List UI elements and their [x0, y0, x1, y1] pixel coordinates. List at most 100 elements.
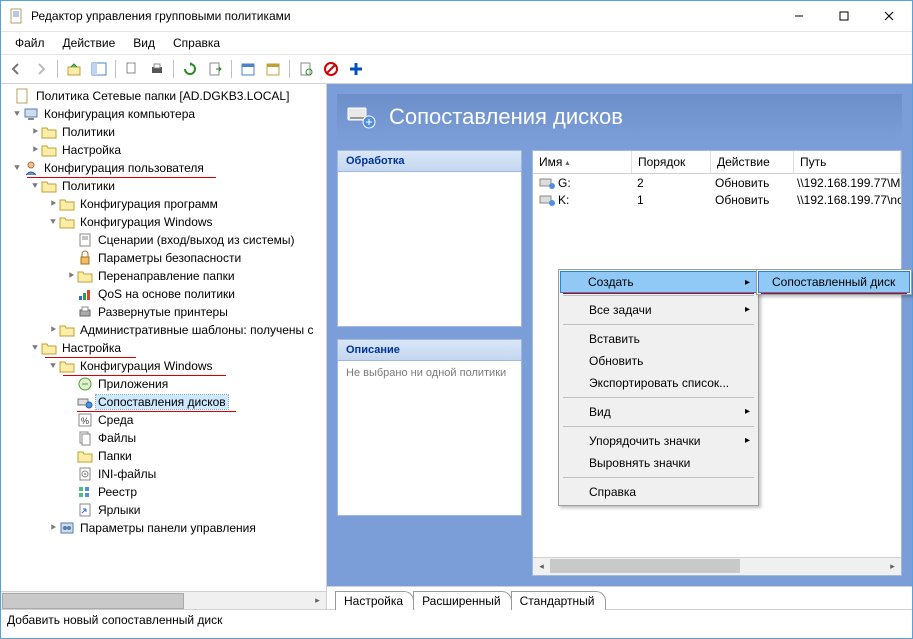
tree-item[interactable]: Сценарии (вход/выход из системы) — [96, 233, 297, 247]
tree-item[interactable]: Среда — [96, 413, 135, 427]
options-button[interactable] — [262, 58, 284, 80]
tree-item[interactable]: Настройка — [60, 341, 123, 355]
export-button[interactable] — [204, 58, 226, 80]
maximize-button[interactable] — [821, 1, 866, 31]
refresh-button[interactable] — [179, 58, 201, 80]
col-path[interactable]: Путь — [794, 151, 901, 173]
filter-button[interactable] — [295, 58, 317, 80]
qos-icon — [77, 286, 93, 302]
script-icon — [77, 232, 93, 248]
up-button[interactable] — [63, 58, 85, 80]
shortcut-icon — [77, 502, 93, 518]
col-order[interactable]: Порядок — [632, 151, 711, 173]
ctx-refresh[interactable]: Обновить — [561, 350, 756, 372]
tree-root[interactable]: Политика Сетевые папки [AD.DGKB3.LOCAL] — [34, 89, 291, 103]
list-h-scrollbar[interactable]: ◂▸ — [533, 557, 901, 575]
tree-item[interactable]: Приложения — [96, 377, 170, 391]
print-button[interactable] — [146, 58, 168, 80]
col-action[interactable]: Действие — [711, 151, 794, 173]
ctx-paste[interactable]: Вставить — [561, 328, 756, 350]
ctx-all-tasks[interactable]: Все задачи▸ — [561, 299, 756, 321]
table-row[interactable]: K: 1 Обновить \\192.168.199.77\nove — [533, 191, 901, 208]
tree-item[interactable]: Политики — [60, 179, 117, 193]
menu-action[interactable]: Действие — [55, 34, 124, 52]
page-header: Сопоставления дисков — [337, 94, 902, 140]
policy-icon — [15, 88, 31, 104]
tree-item[interactable]: Реестр — [96, 485, 139, 499]
security-icon — [77, 250, 93, 266]
tree-item-selected[interactable]: Сопоставления дисков — [96, 395, 228, 409]
description-card: Описание Не выбрано ни одной политики — [337, 339, 522, 516]
tree-item[interactable]: Ярлыки — [96, 503, 143, 517]
env-icon: % — [77, 412, 93, 428]
folder-icon — [59, 214, 75, 230]
tree-item[interactable]: Развернутые принтеры — [96, 305, 230, 319]
tree-item[interactable]: Перенаправление папки — [96, 269, 237, 283]
tree-item[interactable]: Папки — [96, 449, 134, 463]
close-button[interactable] — [866, 1, 912, 31]
tree-item[interactable]: Параметры панели управления — [78, 521, 258, 535]
drive-icon — [539, 176, 555, 190]
ctx-arrange[interactable]: Упорядочить значки▸ — [561, 430, 756, 452]
drive-icon — [539, 193, 555, 207]
folder-icon — [41, 178, 57, 194]
tree-item[interactable]: QoS на основе политики — [96, 287, 237, 301]
stop-button[interactable] — [320, 58, 342, 80]
ctx-create[interactable]: Создать▸ Сопоставленный диск — [560, 271, 757, 293]
col-name[interactable]: Имя▴ — [533, 151, 632, 173]
sort-indicator-icon: ▴ — [565, 158, 569, 167]
tree-item[interactable]: Параметры безопасности — [96, 251, 243, 265]
tree-item[interactable]: Файлы — [96, 431, 138, 445]
submenu-arrow-icon: ▸ — [745, 406, 750, 417]
ini-icon — [77, 466, 93, 482]
menu-help[interactable]: Справка — [165, 34, 228, 52]
table-row[interactable]: G: 2 Обновить \\192.168.199.77\Med — [533, 174, 901, 191]
folders-icon — [77, 448, 93, 464]
tab-settings[interactable]: Настройка — [335, 591, 414, 610]
printer-icon — [77, 304, 93, 320]
tree[interactable]: Политика Сетевые папки [AD.DGKB3.LOCAL] … — [1, 84, 326, 591]
menu-file[interactable]: Файл — [7, 34, 53, 52]
copy-button[interactable] — [121, 58, 143, 80]
tab-extended[interactable]: Расширенный — [413, 591, 512, 610]
window-title: Редактор управления групповыми политикам… — [31, 9, 776, 23]
card-header: Обработка — [338, 151, 521, 172]
ctx-sub-mapped-drive[interactable]: Сопоставленный диск — [758, 271, 910, 293]
folder-icon — [59, 196, 75, 212]
tabstrip: Настройка Расширенный Стандартный — [327, 586, 912, 609]
menubar: Файл Действие Вид Справка — [1, 32, 912, 55]
description-body: Не выбрано ни одной политики — [338, 361, 521, 515]
context-menu: Создать▸ Сопоставленный диск Все задачи▸… — [558, 269, 759, 506]
column-headers[interactable]: Имя▴ Порядок Действие Путь — [533, 151, 901, 174]
titlebar: Редактор управления групповыми политикам… — [1, 1, 912, 32]
add-button[interactable] — [345, 58, 367, 80]
submenu-arrow-icon: ▸ — [745, 277, 750, 288]
properties-button[interactable] — [237, 58, 259, 80]
tree-item[interactable]: Конфигурация программ — [78, 197, 220, 211]
ctx-export[interactable]: Экспортировать список... — [561, 372, 756, 394]
page-title: Сопоставления дисков — [389, 104, 623, 130]
forward-button[interactable] — [30, 58, 52, 80]
ctx-view[interactable]: Вид▸ — [561, 401, 756, 423]
tree-item[interactable]: Конфигурация Windows — [78, 359, 215, 373]
tree-item[interactable]: Административные шаблоны: получены с — [78, 323, 316, 337]
back-button[interactable] — [5, 58, 27, 80]
tree-item[interactable]: Конфигурация компьютера — [42, 107, 197, 121]
submenu-arrow-icon: ▸ — [745, 435, 750, 446]
folder-icon — [59, 358, 75, 374]
tree-item[interactable]: Конфигурация пользователя — [42, 161, 206, 175]
tree-item[interactable]: Настройка — [60, 143, 123, 157]
statusbar: Добавить новый сопоставленный диск — [1, 609, 912, 638]
tree-pane: Политика Сетевые папки [AD.DGKB3.LOCAL] … — [1, 84, 327, 609]
menu-view[interactable]: Вид — [125, 34, 163, 52]
tree-item[interactable]: Политики — [60, 125, 117, 139]
show-hide-tree-button[interactable] — [88, 58, 110, 80]
tree-h-scrollbar[interactable]: ▸ — [1, 591, 326, 609]
minimize-button[interactable] — [776, 1, 821, 31]
tree-item[interactable]: Конфигурация Windows — [78, 215, 215, 229]
ctx-align[interactable]: Выровнять значки — [561, 452, 756, 474]
context-submenu: Сопоставленный диск — [756, 269, 912, 295]
tab-standard[interactable]: Стандартный — [511, 591, 606, 610]
ctx-help[interactable]: Справка — [561, 481, 756, 503]
tree-item[interactable]: INI-файлы — [96, 467, 158, 481]
